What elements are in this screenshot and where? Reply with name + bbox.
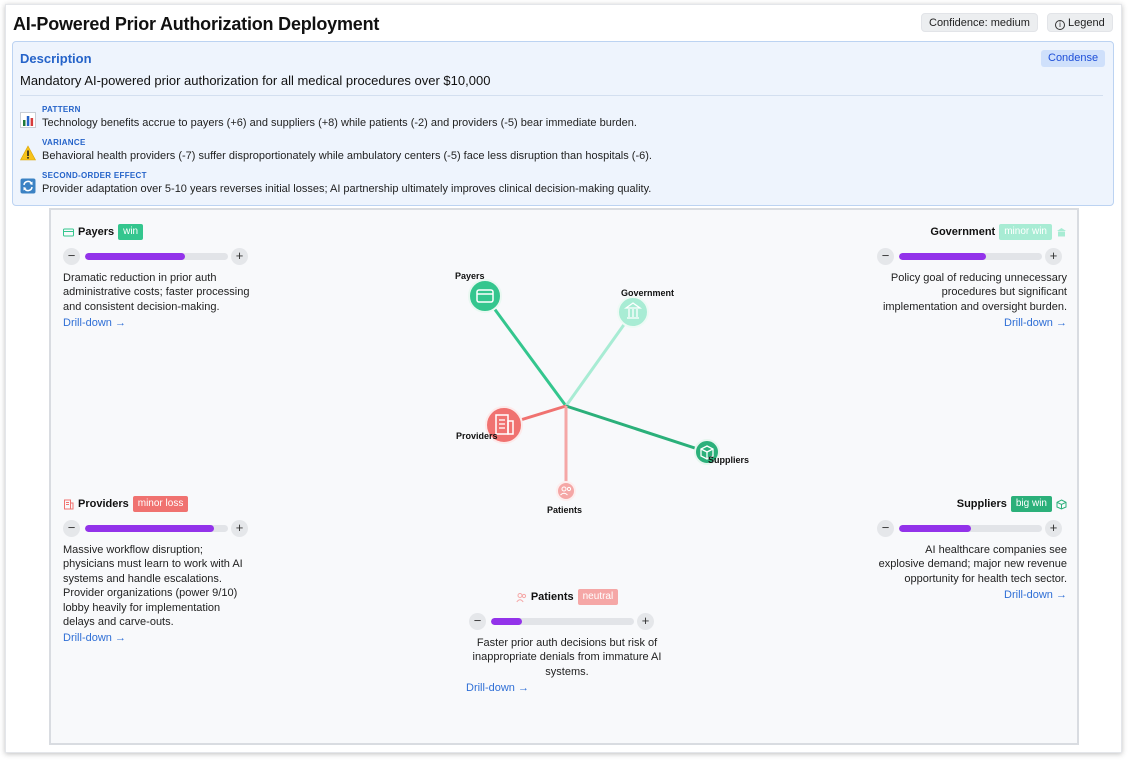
edge-government — [564, 311, 635, 407]
legend-label: Legend — [1068, 17, 1105, 29]
stakeholder-name: Providers — [78, 498, 129, 510]
page-title: AI-Powered Prior Authorization Deploymen… — [13, 14, 380, 34]
increase-button[interactable]: + — [1045, 248, 1062, 265]
impact-stepper: − + — [469, 613, 672, 631]
impact-stepper: − + — [877, 520, 1067, 538]
impact-bar — [85, 253, 228, 260]
info-icon: i — [1055, 20, 1065, 30]
description-panel: Description Condense Mandatory AI-powere… — [12, 41, 1114, 206]
impact-stepper: − + — [63, 520, 253, 538]
app-window: AI-Powered Prior Authorization Deploymen… — [5, 4, 1122, 753]
node-payers[interactable] — [468, 279, 502, 313]
impact-stepper: − + — [63, 248, 253, 266]
impact-stepper: − + — [877, 248, 1067, 266]
insight-text: Behavioral health providers (-7) suffer … — [42, 150, 652, 162]
package-icon — [1056, 498, 1067, 510]
status-badge: minor win — [999, 224, 1052, 240]
decrease-button[interactable]: − — [63, 520, 80, 537]
increase-button[interactable]: + — [637, 613, 654, 630]
node-patients[interactable] — [556, 481, 576, 501]
divider — [20, 95, 1103, 96]
drill-down-link[interactable]: Drill-down → — [63, 632, 253, 644]
description-text: Mandatory AI-powered prior authorization… — [20, 73, 491, 88]
stakeholder-name: Payers — [78, 226, 115, 238]
description-heading: Description — [20, 51, 92, 66]
status-badge: win — [118, 224, 144, 240]
drill-down-link[interactable]: Drill-down → — [877, 589, 1067, 601]
graph-label-government: Government — [621, 288, 674, 298]
impact-bar — [491, 618, 634, 625]
decrease-button[interactable]: − — [877, 520, 894, 537]
card-payers: Payers win − + Dramatic reduction in pri… — [63, 223, 253, 329]
graph-label-patients: Patients — [547, 505, 582, 515]
drill-down-link[interactable]: Drill-down → — [877, 317, 1067, 329]
insight-label: VARIANCE — [42, 138, 86, 147]
decrease-button[interactable]: − — [469, 613, 486, 630]
bar-chart-icon — [20, 112, 36, 128]
warning-icon — [20, 145, 36, 161]
graph-label-providers: Providers — [456, 431, 498, 441]
increase-button[interactable]: + — [1045, 520, 1062, 537]
status-badge: neutral — [577, 589, 619, 605]
insight-text: Provider adaptation over 5-10 years reve… — [42, 183, 652, 195]
increase-button[interactable]: + — [231, 248, 248, 265]
stakeholder-name: Patients — [530, 591, 574, 603]
legend-button[interactable]: i Legend — [1047, 13, 1113, 32]
cycle-icon — [20, 178, 36, 194]
impact-bar — [899, 253, 1042, 260]
building-icon — [1057, 227, 1066, 236]
insight-label: PATTERN — [42, 105, 81, 114]
graph-label-suppliers: Suppliers — [708, 455, 749, 465]
card-government: Government minor win − + Policy goal of … — [877, 223, 1067, 329]
users-icon — [516, 592, 526, 602]
status-badge: minor loss — [132, 496, 189, 512]
stakeholder-description: Faster prior auth decisions but risk of … — [472, 637, 662, 678]
hospital-icon — [64, 499, 74, 509]
node-government[interactable] — [617, 296, 649, 328]
status-badge: big win — [1010, 496, 1052, 512]
edge-suppliers — [565, 404, 708, 454]
stakeholder-name: Suppliers — [956, 498, 1007, 510]
stakeholder-description: Massive workflow disruption; physicians … — [63, 544, 243, 629]
card-patients: Patients neutral − + Faster prior auth d… — [462, 588, 672, 694]
credit-card-icon — [63, 228, 74, 236]
card-suppliers: Suppliers big win − + AI healthcare comp… — [877, 495, 1067, 601]
stakeholder-panel: Payers Government Providers Suppliers Pa… — [49, 208, 1079, 745]
decrease-button[interactable]: − — [877, 248, 894, 265]
decrease-button[interactable]: − — [63, 248, 80, 265]
stakeholder-description: Policy goal of reducing unnecessary proc… — [882, 272, 1067, 313]
drill-down-link[interactable]: Drill-down → — [63, 317, 253, 329]
drill-down-link[interactable]: Drill-down → — [466, 682, 672, 694]
stakeholder-name: Government — [930, 226, 996, 238]
confidence-badge: Confidence: medium — [921, 13, 1038, 32]
edge-payers — [483, 295, 568, 407]
insight-label: SECOND-ORDER EFFECT — [42, 171, 147, 180]
card-providers: Providers minor loss − + Massive workflo… — [63, 495, 253, 644]
insight-text: Technology benefits accrue to payers (+6… — [42, 117, 637, 129]
increase-button[interactable]: + — [231, 520, 248, 537]
stakeholder-description: AI healthcare companies see explosive de… — [878, 544, 1067, 585]
impact-bar — [85, 525, 228, 532]
impact-bar — [899, 525, 1042, 532]
graph-label-payers: Payers — [455, 271, 485, 281]
stakeholder-description: Dramatic reduction in prior auth adminis… — [63, 272, 250, 313]
condense-button[interactable]: Condense — [1041, 50, 1106, 67]
